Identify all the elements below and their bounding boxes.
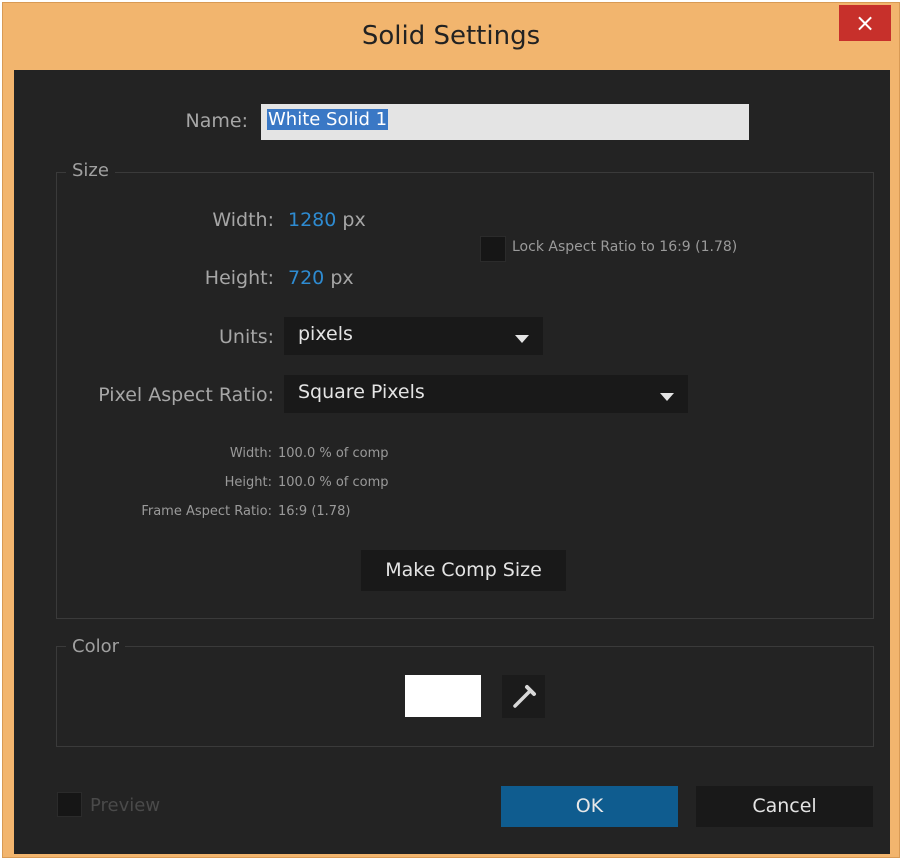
lock-aspect-label: Lock Aspect Ratio to 16:9 (1.78)	[512, 239, 738, 255]
name-field-value: White Solid 1	[267, 109, 389, 130]
name-field[interactable]: White Solid 1	[261, 104, 749, 140]
dialog-content: Name: White Solid 1 Size Width: 1280 px …	[14, 70, 890, 854]
height-field[interactable]: 720 px	[288, 267, 354, 289]
width-label: Width:	[212, 209, 274, 231]
height-unit: px	[330, 267, 354, 289]
eyedropper-button[interactable]	[502, 675, 545, 718]
info-width-value: 100.0 % of comp	[278, 446, 389, 461]
chevron-down-icon	[660, 393, 674, 401]
chevron-down-icon	[515, 335, 529, 343]
info-width-label: Width:	[229, 446, 272, 461]
width-field[interactable]: 1280 px	[288, 209, 366, 231]
preview-label: Preview	[90, 795, 161, 816]
width-value: 1280	[288, 209, 337, 231]
size-group-label: Size	[66, 160, 115, 181]
name-label: Name:	[185, 110, 248, 132]
info-frame-aspect-label: Frame Aspect Ratio:	[141, 504, 272, 519]
units-dropdown[interactable]: pixels	[284, 317, 543, 355]
preview-checkbox[interactable]	[57, 792, 82, 817]
color-group-label: Color	[66, 636, 125, 657]
width-unit: px	[342, 209, 366, 231]
info-height-label: Height:	[224, 475, 272, 490]
make-comp-size-button[interactable]: Make Comp Size	[361, 550, 566, 591]
color-swatch[interactable]	[405, 675, 481, 717]
ok-button[interactable]: OK	[501, 786, 678, 827]
close-button[interactable]: ×	[839, 5, 891, 41]
pixel-aspect-ratio-value: Square Pixels	[298, 381, 425, 403]
solid-settings-dialog: Solid Settings × Name: White Solid 1 Siz…	[2, 2, 900, 858]
height-label: Height:	[204, 267, 274, 289]
lock-aspect-checkbox[interactable]	[480, 236, 506, 262]
info-frame-aspect-value: 16:9 (1.78)	[278, 504, 351, 519]
pixel-aspect-ratio-dropdown[interactable]: Square Pixels	[284, 375, 688, 413]
units-dropdown-value: pixels	[298, 323, 353, 345]
eyedropper-icon	[513, 685, 536, 708]
info-height-value: 100.0 % of comp	[278, 475, 389, 490]
window-title: Solid Settings	[361, 21, 541, 51]
units-label: Units:	[219, 326, 274, 348]
height-value: 720	[288, 267, 325, 289]
title-bar[interactable]: Solid Settings ×	[3, 3, 899, 71]
pixel-aspect-ratio-label: Pixel Aspect Ratio:	[98, 384, 274, 406]
close-icon: ×	[854, 9, 876, 37]
cancel-button[interactable]: Cancel	[696, 786, 873, 827]
